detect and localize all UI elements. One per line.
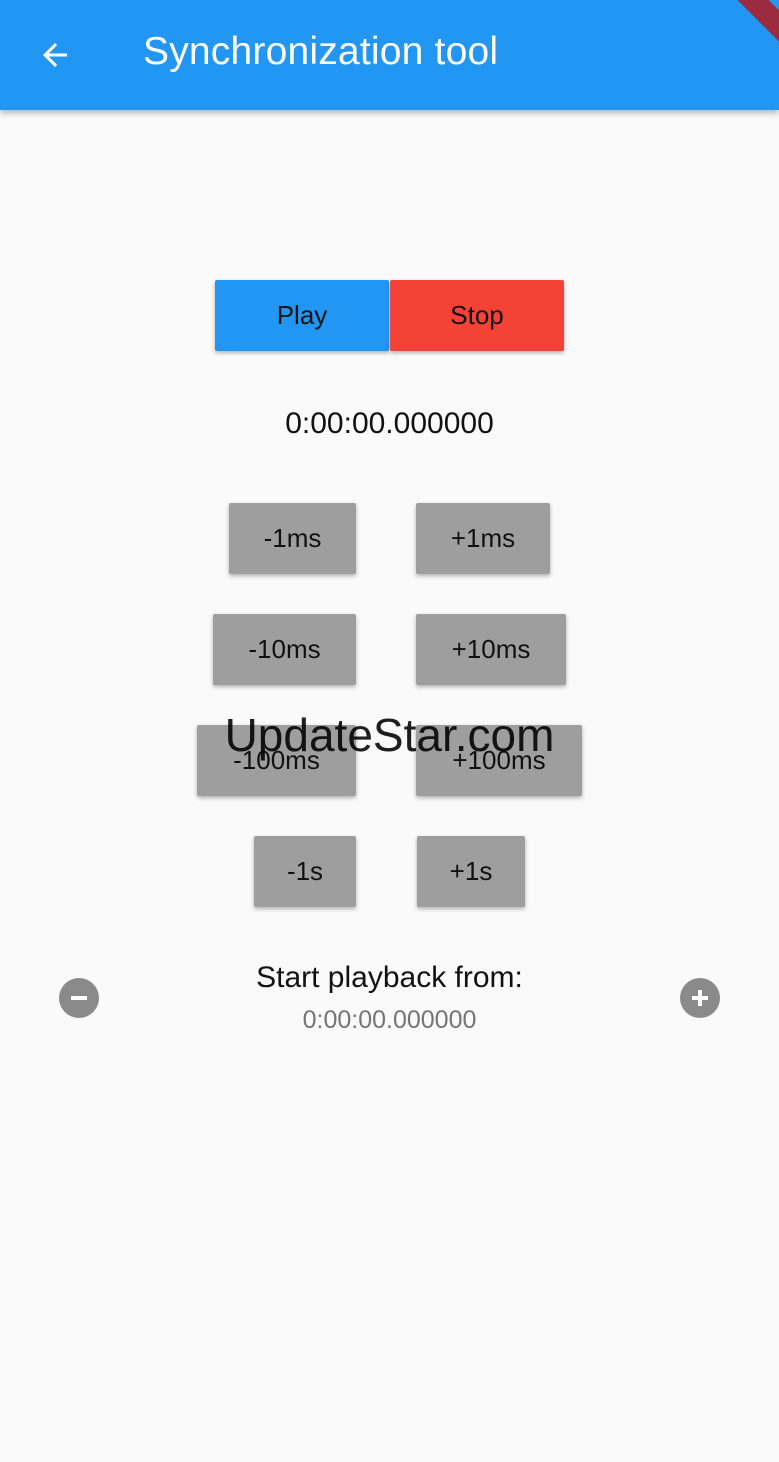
stop-button[interactable]: Stop [390,280,564,351]
play-button[interactable]: Play [215,280,389,351]
plus-1ms-button[interactable]: +1ms [416,503,550,574]
start-playback-label: Start playback from: [256,961,523,994]
plus-10ms-button[interactable]: +10ms [416,614,566,685]
minus-100ms-button[interactable]: -100ms [197,725,356,796]
plus-glyph [692,990,708,1006]
back-button[interactable] [24,24,86,86]
minus-1s-button[interactable]: -1s [254,836,356,907]
plus-1s-button[interactable]: +1s [417,836,525,907]
minus-10ms-button[interactable]: -10ms [213,614,356,685]
minus-1ms-button[interactable]: -1ms [229,503,356,574]
page-title: Synchronization tool [143,30,499,73]
debug-banner [708,0,779,63]
start-playback-value: 0:00:00.000000 [302,1006,477,1034]
arrow-back-icon [43,43,67,67]
app-bar: Synchronization tool [0,0,779,110]
plus-100ms-button[interactable]: +100ms [416,725,582,796]
add-circle-icon[interactable] [680,978,720,1018]
playback-timer: 0:00:00.000000 [285,407,494,440]
watermark: UpdateStar.com [224,709,555,761]
